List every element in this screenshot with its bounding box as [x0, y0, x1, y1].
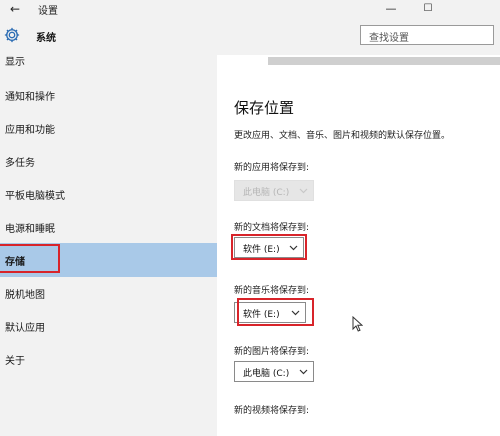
sidebar-item-display[interactable]: 显示 [0, 53, 217, 85]
header: 系统 [0, 18, 500, 55]
sidebar-item-label: 平板电脑模式 [5, 191, 65, 202]
sidebar-item-label: 应用和功能 [5, 125, 55, 136]
sidebar-item-label: 显示 [5, 57, 25, 68]
pictures-save-label: 新的图片将保存到: [234, 347, 310, 357]
scrollbar[interactable] [268, 57, 500, 65]
sidebar-item-label: 通知和操作 [5, 92, 55, 103]
mouse-cursor-icon [352, 316, 363, 332]
sidebar-item-multitasking[interactable]: 多任务 [0, 148, 217, 180]
sidebar-item-default-apps[interactable]: 默认应用 [0, 313, 217, 345]
sidebar-item-power-sleep[interactable]: 电源和睡眠 [0, 214, 217, 246]
page-title: 系统 [36, 33, 56, 44]
dropdown-value: 此电脑 (C:) [243, 369, 290, 379]
highlight-box [0, 244, 60, 273]
search-input[interactable] [367, 29, 491, 48]
section-title: 保存位置 [234, 99, 295, 117]
sidebar-item-label: 脱机地图 [5, 290, 45, 301]
pictures-save-dropdown[interactable]: 此电脑 (C:) [234, 361, 314, 382]
dropdown-value: 此电脑 (C:) [243, 188, 290, 198]
minimize-button[interactable]: — [383, 1, 399, 17]
highlight-box [237, 298, 314, 326]
documents-save-label: 新的文档将保存到: [234, 223, 310, 233]
highlight-box [231, 234, 307, 260]
music-save-label: 新的音乐将保存到: [234, 286, 310, 296]
sidebar-item-storage[interactable]: 存储 [0, 243, 217, 277]
sidebar-item-offline-maps[interactable]: 脱机地图 [0, 280, 217, 312]
section-description: 更改应用、文档、音乐、图片和视频的默认保存位置。 [234, 131, 451, 141]
apps-save-label: 新的应用将保存到: [234, 163, 310, 173]
videos-save-label: 新的视频将保存到: [234, 406, 310, 416]
sidebar-item-apps[interactable]: 应用和功能 [0, 115, 217, 147]
sidebar-item-notifications[interactable]: 通知和操作 [0, 82, 217, 114]
chevron-down-icon [299, 188, 308, 194]
apps-save-dropdown: 此电脑 (C:) [234, 180, 314, 201]
chevron-down-icon [299, 369, 308, 375]
sidebar-item-label: 多任务 [5, 158, 35, 169]
maximize-button[interactable]: ☐ [420, 1, 436, 17]
window-title: 设置 [38, 6, 58, 17]
gear-icon [4, 27, 20, 43]
sidebar-item-about[interactable]: 关于 [0, 346, 217, 378]
title-bar: ← 设置 — ☐ [0, 0, 500, 18]
sidebar: 显示 通知和操作 应用和功能 多任务 平板电脑模式 电源和睡眠 存储 脱机地图 … [0, 55, 217, 436]
sidebar-item-label: 默认应用 [5, 323, 45, 334]
arrow-left-icon[interactable]: ← [7, 1, 23, 17]
sidebar-item-label: 电源和睡眠 [5, 224, 55, 235]
search-box[interactable] [360, 25, 494, 48]
sidebar-item-label: 关于 [5, 356, 25, 367]
sidebar-item-tablet-mode[interactable]: 平板电脑模式 [0, 181, 217, 213]
